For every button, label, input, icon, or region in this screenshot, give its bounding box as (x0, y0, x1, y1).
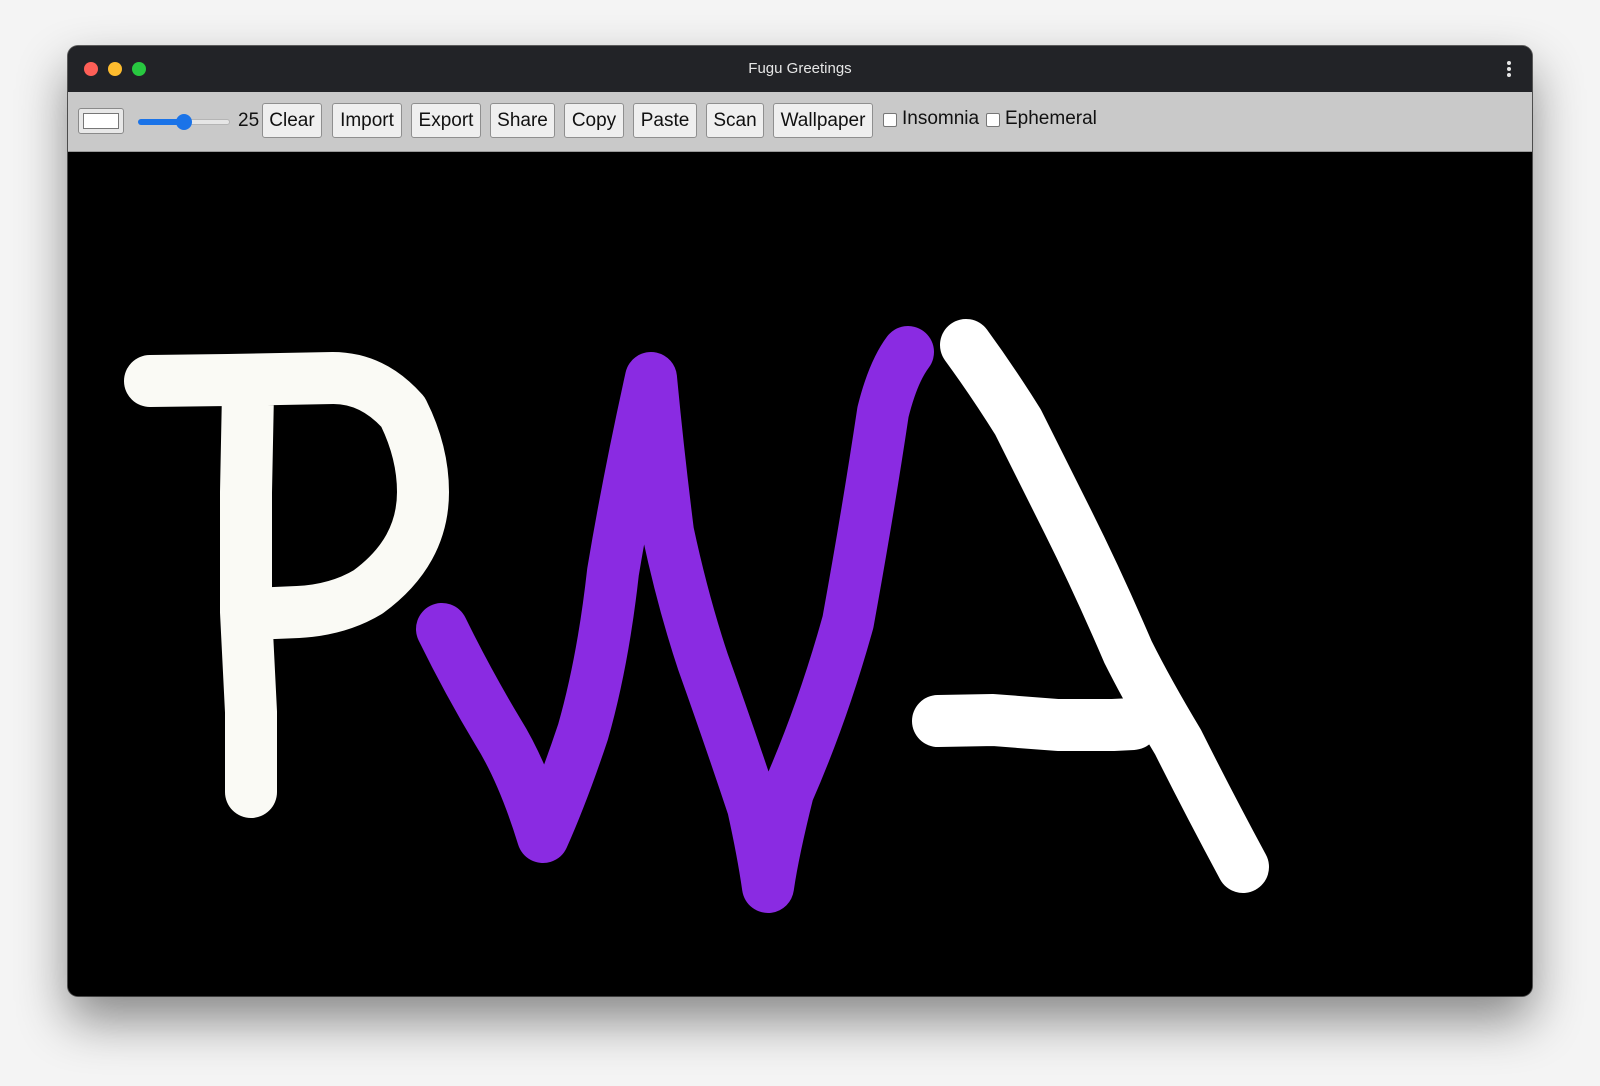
copy-button[interactable]: Copy (564, 103, 624, 138)
export-button[interactable]: Export (411, 103, 481, 138)
window-title: Fugu Greetings (748, 60, 852, 77)
scan-button[interactable]: Scan (706, 103, 764, 138)
line-width-slider[interactable] (138, 114, 230, 130)
insomnia-checkbox[interactable] (883, 113, 897, 127)
import-button[interactable]: Import (332, 103, 402, 138)
clear-button[interactable]: Clear (262, 103, 322, 138)
drawing-canvas[interactable] (68, 152, 1532, 996)
color-swatch (83, 113, 119, 129)
ephemeral-checkbox[interactable] (986, 113, 1000, 127)
stroke-letter-a (912, 319, 1269, 893)
share-button[interactable]: Share (490, 103, 555, 138)
stroke-letter-w (416, 326, 934, 913)
more-options-icon[interactable] (1506, 60, 1512, 78)
toolbar: 25 Clear Import Export Share Copy Paste … (68, 92, 1532, 152)
title-bar[interactable]: Fugu Greetings (68, 46, 1532, 92)
stroke-letter-p (124, 352, 449, 818)
drawing-surface (124, 319, 1269, 913)
app-window: Fugu Greetings 25 Clear Import Export Sh… (68, 46, 1532, 996)
insomnia-label[interactable]: Insomnia (902, 108, 979, 130)
line-width-value: 25 (238, 110, 260, 131)
wallpaper-button[interactable]: Wallpaper (773, 103, 873, 138)
color-picker[interactable] (78, 108, 124, 134)
ephemeral-label[interactable]: Ephemeral (1005, 108, 1097, 130)
paste-button[interactable]: Paste (633, 103, 697, 138)
slider-thumb[interactable] (176, 114, 192, 130)
